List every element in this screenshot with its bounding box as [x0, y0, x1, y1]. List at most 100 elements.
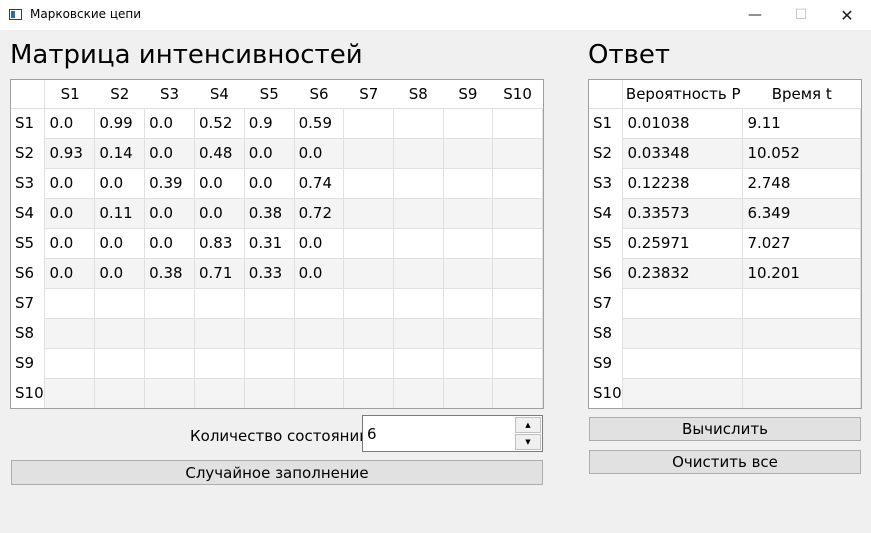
- matrix-cell[interactable]: [343, 108, 395, 139]
- matrix-cell[interactable]: 0.0: [94, 168, 146, 199]
- matrix-cell[interactable]: 0.0: [44, 108, 96, 139]
- matrix-cell[interactable]: [492, 228, 543, 259]
- matrix-cell[interactable]: [492, 288, 543, 319]
- matrix-cell[interactable]: [44, 378, 96, 408]
- minimize-button[interactable]: —: [732, 0, 778, 30]
- answer-cell[interactable]: 9.11: [742, 108, 861, 139]
- matrix-cell[interactable]: [393, 288, 444, 319]
- matrix-cell[interactable]: [294, 318, 345, 349]
- matrix-row-header[interactable]: S5: [11, 228, 46, 258]
- matrix-cell[interactable]: 0.93: [44, 138, 96, 169]
- matrix-cell[interactable]: 0.0: [94, 228, 146, 259]
- matrix-cell[interactable]: 0.0: [244, 138, 295, 169]
- matrix-cell[interactable]: 0.0: [244, 168, 295, 199]
- answer-row-header[interactable]: S2: [589, 138, 624, 168]
- matrix-cell[interactable]: 0.48: [194, 138, 245, 169]
- answer-column-header[interactable]: Вероятность P: [622, 80, 743, 109]
- matrix-cell[interactable]: [443, 198, 494, 229]
- matrix-cell[interactable]: [492, 318, 543, 349]
- matrix-cell[interactable]: [492, 378, 543, 408]
- matrix-cell[interactable]: 0.38: [144, 258, 195, 289]
- matrix-cell[interactable]: [244, 378, 295, 408]
- matrix-cell[interactable]: [443, 348, 494, 379]
- matrix-cell[interactable]: 0.0: [44, 168, 96, 199]
- answer-row-header[interactable]: S1: [589, 108, 624, 138]
- matrix-cell[interactable]: [443, 318, 494, 349]
- matrix-cell[interactable]: [194, 378, 245, 408]
- answer-cell[interactable]: 0.01038: [622, 108, 744, 139]
- states-count-value[interactable]: 6: [367, 425, 377, 443]
- matrix-cell[interactable]: 0.99: [94, 108, 146, 139]
- matrix-cell[interactable]: [393, 258, 444, 289]
- matrix-cell[interactable]: [443, 288, 494, 319]
- answer-cell[interactable]: 7.027: [742, 228, 861, 259]
- matrix-cell[interactable]: 0.59: [294, 108, 345, 139]
- answer-row-header[interactable]: S5: [589, 228, 624, 258]
- matrix-cell[interactable]: [492, 138, 543, 169]
- matrix-cell[interactable]: [393, 198, 444, 229]
- matrix-row-header[interactable]: S8: [11, 318, 46, 348]
- answer-cell[interactable]: 6.349: [742, 198, 861, 229]
- matrix-cell[interactable]: 0.33: [244, 258, 295, 289]
- matrix-cell[interactable]: 0.0: [294, 228, 345, 259]
- matrix-cell[interactable]: [343, 378, 395, 408]
- matrix-cell[interactable]: [94, 348, 146, 379]
- matrix-cell[interactable]: 0.0: [44, 258, 96, 289]
- matrix-cell[interactable]: [294, 348, 345, 379]
- states-count-spinbox[interactable]: 6 ▲ ▼: [362, 415, 543, 452]
- matrix-cell[interactable]: 0.0: [194, 198, 245, 229]
- answer-cell[interactable]: 0.33573: [622, 198, 744, 229]
- matrix-cell[interactable]: [194, 348, 245, 379]
- matrix-cell[interactable]: 0.0: [44, 228, 96, 259]
- answer-column-header[interactable]: Время t: [742, 80, 861, 109]
- matrix-cell[interactable]: 0.0: [294, 258, 345, 289]
- matrix-cell[interactable]: 0.14: [94, 138, 146, 169]
- matrix-cell[interactable]: [393, 318, 444, 349]
- matrix-cell[interactable]: [343, 228, 395, 259]
- answer-cell[interactable]: [742, 288, 861, 319]
- matrix-cell[interactable]: [443, 258, 494, 289]
- matrix-column-header[interactable]: S2: [94, 80, 145, 109]
- matrix-cell[interactable]: [443, 228, 494, 259]
- answer-row-header[interactable]: S10: [589, 378, 624, 408]
- answer-cell[interactable]: 2.748: [742, 168, 861, 199]
- answer-row-header[interactable]: S4: [589, 198, 624, 228]
- spin-down-icon[interactable]: ▼: [515, 434, 541, 450]
- answer-row-header[interactable]: S8: [589, 318, 624, 348]
- matrix-cell[interactable]: [144, 348, 195, 379]
- matrix-cell[interactable]: [244, 288, 295, 319]
- close-button[interactable]: ✕: [824, 0, 870, 30]
- matrix-cell[interactable]: [492, 198, 543, 229]
- maximize-button[interactable]: ☐: [778, 0, 824, 30]
- matrix-column-header[interactable]: S1: [44, 80, 95, 109]
- matrix-cell[interactable]: [492, 168, 543, 199]
- matrix-cell[interactable]: [44, 318, 96, 349]
- matrix-cell[interactable]: 0.0: [144, 228, 195, 259]
- matrix-cell[interactable]: [393, 378, 444, 408]
- matrix-cell[interactable]: [144, 378, 195, 408]
- matrix-cell[interactable]: [443, 378, 494, 408]
- matrix-cell[interactable]: [343, 348, 395, 379]
- answer-row-header[interactable]: S3: [589, 168, 624, 198]
- matrix-row-header[interactable]: S9: [11, 348, 46, 378]
- matrix-column-header[interactable]: S10: [492, 80, 543, 109]
- matrix-corner-cell[interactable]: [11, 80, 46, 109]
- matrix-cell[interactable]: [492, 258, 543, 289]
- matrix-cell[interactable]: [294, 288, 345, 319]
- matrix-cell[interactable]: [343, 288, 395, 319]
- matrix-cell[interactable]: [492, 348, 543, 379]
- matrix-cell[interactable]: [44, 348, 96, 379]
- matrix-cell[interactable]: 0.72: [294, 198, 345, 229]
- matrix-cell[interactable]: [294, 378, 345, 408]
- answer-cell[interactable]: [622, 288, 744, 319]
- answer-cell[interactable]: [622, 348, 744, 379]
- answer-cell[interactable]: 0.03348: [622, 138, 744, 169]
- matrix-column-header[interactable]: S8: [393, 80, 444, 109]
- matrix-column-header[interactable]: S4: [194, 80, 245, 109]
- matrix-cell[interactable]: [343, 138, 395, 169]
- matrix-cell[interactable]: 0.39: [144, 168, 195, 199]
- matrix-cell[interactable]: [44, 288, 96, 319]
- matrix-cell[interactable]: 0.0: [194, 168, 245, 199]
- matrix-cell[interactable]: [244, 318, 295, 349]
- matrix-cell[interactable]: [343, 318, 395, 349]
